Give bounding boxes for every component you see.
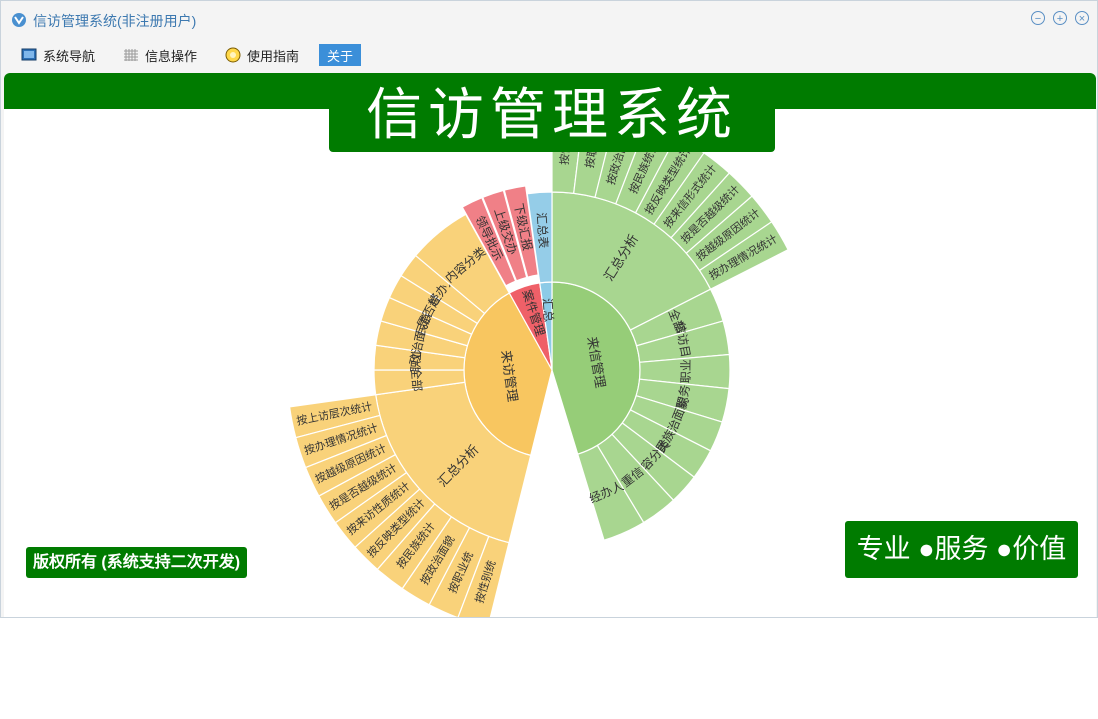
navigation-icon [21,47,37,63]
copyright-badge: 版权所有 (系统支持二次开发) [26,547,247,578]
menu-item-user-guide[interactable]: 使用指南 [225,44,299,66]
menu-item-label: 信息操作 [145,48,198,64]
menu-bar: 系统导航 信息操作 使用指南 关于 [1,41,1097,69]
title-bar[interactable]: 信访管理系统(非注册用户) − + × [1,1,1097,37]
restore-button[interactable]: + [1053,11,1067,25]
grid-icon [123,47,139,63]
guide-icon [225,47,241,63]
minimize-icon: − [1034,13,1042,25]
menu-item-about[interactable]: 关于 [319,44,362,66]
sunburst-label-summary: 汇总 [540,298,556,323]
main-content: 来信管理 来访管理 案件管理 汇总 汇总分析 全部 信访目的 职业 职务 政治面貌 民族 内容分类 重信… [4,73,1096,617]
menu-item-label: 关于 [327,48,354,64]
restore-icon: + [1056,13,1064,25]
close-button[interactable]: × [1075,11,1089,25]
menu-item-info-operation[interactable]: 信息操作 [123,44,197,66]
sunburst-label-blue-0: 汇总表 [534,212,550,249]
minimize-button[interactable]: − [1031,11,1045,25]
menu-item-label: 系统导航 [43,48,96,64]
close-icon: × [1078,13,1086,25]
system-title: 信访管理系统 [329,79,775,152]
window-title: 信访管理系统(非注册用户) [33,13,197,29]
app-logo-icon [12,13,26,27]
sunburst-label-green-2: 职业 [679,359,693,383]
slogan-badge: 专业 ●服务 ●价值 [845,521,1078,578]
menu-item-system-navigation[interactable]: 系统导航 [21,44,95,66]
app-window: 信访管理系统(非注册用户) − + × 系统导航 信息操作 使用指南 关于 来信… [0,0,1098,618]
menu-item-label: 使用指南 [247,48,300,64]
